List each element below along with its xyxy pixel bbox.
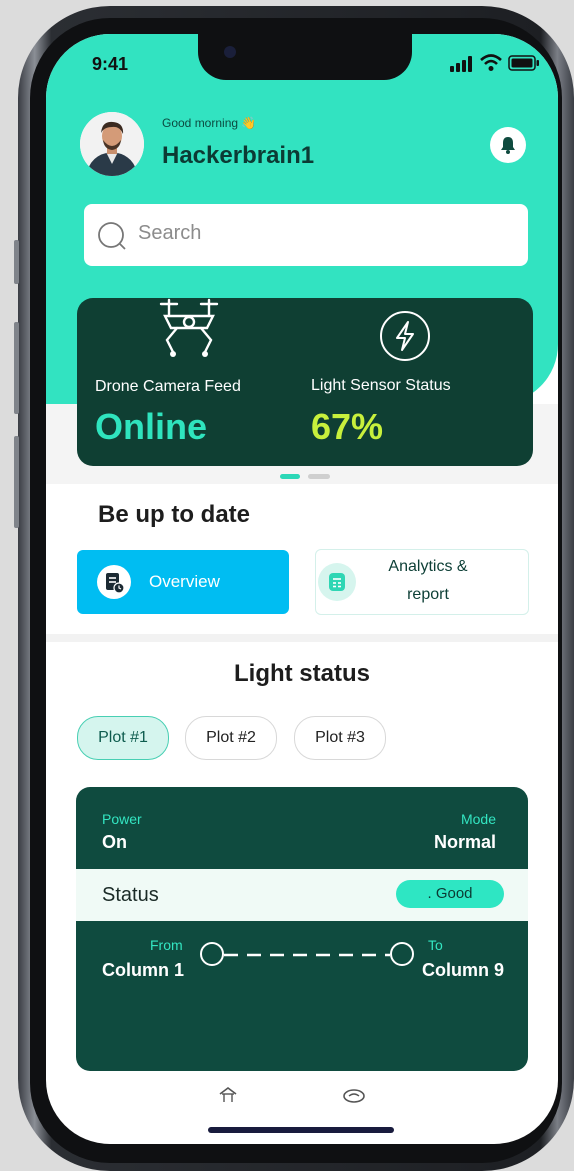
carousel-dot-active[interactable] [280,474,300,479]
from-label: From [150,937,183,953]
search-bar[interactable]: Search [84,204,528,266]
phone-volume-down [14,436,19,528]
front-camera [224,46,236,58]
search-icon [98,222,126,250]
greeting-text: Good morning 👋 [162,116,257,130]
power-value: On [102,832,127,852]
calculator-icon [329,573,345,591]
light-sensor-label: Light Sensor Status [311,377,451,394]
notification-button[interactable] [490,127,526,163]
light-sensor-value: 67% [311,406,384,447]
search-placeholder: Search [138,222,202,244]
analytics-label-line1: Analytics & [388,558,468,575]
analytics-button[interactable]: Analytics & report [315,549,529,615]
carousel-dot[interactable] [308,474,330,479]
drone-label: Drone Camera Feed [95,378,241,395]
route-connector [200,942,414,966]
home-indicator[interactable] [208,1127,394,1133]
status-time: 9:41 [92,54,129,74]
overview-button[interactable]: Overview [77,550,289,614]
summary-card[interactable]: Drone Camera Feed Online Light Sensor St… [77,298,533,466]
plot-tab-3[interactable]: Plot #3 [294,716,386,760]
phone-volume-up [14,322,19,414]
plot-tab-1[interactable]: Plot #1 [77,716,169,760]
drone-status-value: Online [95,406,208,447]
report-icon [106,573,125,594]
light-status-title: Light status [234,660,370,687]
phone-side-button [14,240,19,284]
section-divider [46,634,558,642]
analytics-label-line2: report [407,586,449,603]
home-icon[interactable] [218,1086,238,1104]
chat-icon[interactable] [342,1088,366,1104]
mode-label: Mode [460,811,496,827]
overview-label: Overview [149,572,220,591]
status-badge: . Good [396,880,504,908]
to-value: Column 9 [422,960,505,980]
drone-icon [159,298,219,357]
power-label: Power [102,811,142,827]
battery-icon [508,55,539,71]
user-photo-icon [80,112,144,176]
bell-icon [501,137,515,154]
analytics-icon-bg [318,563,356,601]
section-title: Be up to date [98,501,251,528]
app-screen: 9:41 Good morning 👋 Hackerbrain1 Search … [46,34,558,1144]
mode-value: Normal [433,832,496,852]
signal-icon [450,56,472,72]
overview-icon-bg [97,565,131,599]
avatar[interactable] [80,112,144,176]
status-label: Status [102,884,159,906]
wifi-icon [480,54,502,71]
plot-tab-2[interactable]: Plot #2 [185,716,277,760]
light-status-card: Power On Mode Normal Status . Good From … [76,787,528,1071]
username: Hackerbrain1 [162,142,315,169]
lightning-icon [380,311,430,361]
from-value: Column 1 [102,960,185,980]
to-label: To [428,937,443,953]
